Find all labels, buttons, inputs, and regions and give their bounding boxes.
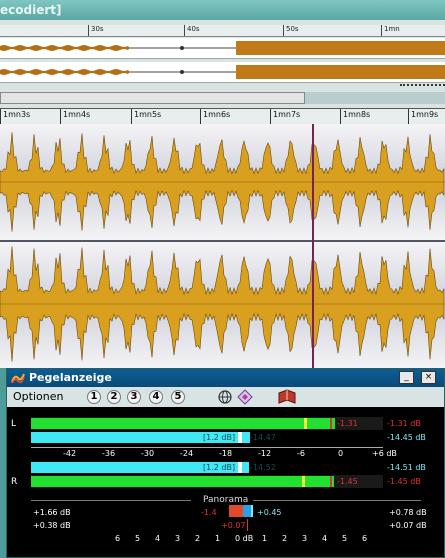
- pan-scale-tick: 1: [262, 534, 268, 543]
- pan-center-tick: [247, 519, 248, 531]
- right-peak-bar: [31, 476, 335, 487]
- pan-right-bottom-value: +0.07 dB: [389, 521, 427, 530]
- overview-ruler: 30s 40s 50s 1mn: [0, 25, 445, 37]
- panorama-label: Panorama: [203, 495, 249, 505]
- right-peak-hold-marker: [302, 476, 305, 487]
- scale-tick: -24: [180, 449, 194, 458]
- preset-button-2[interactable]: 2: [107, 390, 121, 404]
- diamond-icon[interactable]: [237, 389, 253, 405]
- pan-scale-tick: 4: [322, 534, 328, 543]
- pan-left-bottom-value: +0.38 dB: [33, 521, 71, 530]
- preset-button-1[interactable]: 1: [87, 390, 101, 404]
- pan-scale-tick: 0 dB: [235, 534, 254, 543]
- globe-icon[interactable]: [217, 389, 233, 405]
- pan-scale-tick: 2: [282, 534, 288, 543]
- pan-scale-tick: 2: [195, 534, 201, 543]
- right-peak-db: -1.45 dB: [387, 477, 421, 486]
- left-peak-hold-marker: [304, 418, 307, 429]
- preset-button-4[interactable]: 4: [149, 390, 163, 404]
- scale-tick: 0: [338, 449, 344, 458]
- overview-selection-marker: [400, 84, 445, 89]
- channel-right-label: R: [11, 477, 18, 487]
- left-rms-box: [1.2 dB]: [203, 433, 236, 442]
- right-rms-value: -14.52: [250, 463, 276, 472]
- right-rms-box: [1.2 dB]: [203, 463, 236, 472]
- close-button[interactable]: ×: [421, 371, 436, 384]
- pan-marker-right-value: +0.45: [257, 508, 282, 517]
- pan-scale-tick: 1: [215, 534, 221, 543]
- pan-scale-tick: 4: [155, 534, 161, 543]
- panorama-rule-left: [31, 500, 191, 501]
- main-ruler-tick: 1mn9s: [408, 109, 438, 125]
- right-peak-tick: [330, 476, 332, 487]
- window-title: ecodiert]: [0, 3, 62, 17]
- left-peak-bar: [31, 418, 336, 429]
- pan-right-top-value: +0.78 dB: [389, 508, 427, 517]
- overview-tick: 50s: [283, 25, 299, 36]
- channel-left-label: L: [11, 419, 17, 429]
- waveform-editor[interactable]: [0, 124, 445, 368]
- pan-scale-tick: 3: [175, 534, 181, 543]
- overview-scrollbar[interactable]: [0, 92, 305, 104]
- main-ruler-tick: 1mn3s: [0, 109, 30, 125]
- left-peak-db: -1.31 dB: [387, 419, 421, 428]
- left-rms-value: -14.47: [250, 433, 276, 442]
- pan-scale-tick: 5: [342, 534, 348, 543]
- waveform-canvas[interactable]: [0, 124, 445, 368]
- left-peak-tick: [330, 418, 332, 429]
- main-ruler-tick: 1mn4s: [60, 109, 90, 125]
- preset-button-5[interactable]: 5: [171, 390, 185, 404]
- overview-track-right[interactable]: [0, 62, 445, 83]
- meter-display: L -1.31 -1.31 dB [1.2 dB] -14.47 -14.45 …: [7, 407, 444, 557]
- pan-indicator-edge: [251, 505, 253, 517]
- panorama-rule-right: [253, 500, 421, 501]
- pan-indicator-left: [229, 505, 243, 517]
- pan-indicator-right: [243, 505, 251, 517]
- scale-tick: -12: [258, 449, 272, 458]
- left-rms-db: -14.45 dB: [387, 433, 426, 442]
- pan-scale-tick: 3: [302, 534, 308, 543]
- scale-tick: -36: [102, 449, 116, 458]
- pan-marker-left-value: -1.4: [201, 508, 217, 517]
- right-rms-db: -14.51 dB: [387, 463, 426, 472]
- pan-scale-tick: 5: [135, 534, 141, 543]
- pan-left-top-value: +1.66 dB: [33, 508, 71, 517]
- main-ruler-tick: 1mn8s: [340, 109, 370, 125]
- right-peak-hold-value: -1.45: [337, 477, 358, 486]
- minimize-button[interactable]: _: [399, 371, 414, 384]
- main-ruler-tick: 1mn6s: [200, 109, 230, 125]
- scale-tick: -42: [63, 449, 77, 458]
- window-title-bar: ecodiert]: [0, 0, 445, 21]
- left-rms-marker: [238, 432, 242, 443]
- scale-line: [31, 447, 383, 448]
- scale-tick: -6: [297, 449, 305, 458]
- meter-title: Pegelanzeige: [29, 371, 112, 384]
- overview-waveform-left: [0, 41, 445, 55]
- meter-app-icon: [11, 373, 25, 384]
- scale-tick: -18: [219, 449, 233, 458]
- meter-toolbar: Optionen 1 2 3 4 5: [7, 387, 444, 408]
- preset-button-3[interactable]: 3: [127, 390, 141, 404]
- scale-tick: -30: [141, 449, 155, 458]
- options-menu[interactable]: Optionen: [13, 390, 63, 403]
- main-ruler-tick: 1mn5s: [131, 109, 161, 125]
- main-ruler-tick: 1mn7s: [270, 109, 300, 125]
- scale-tick: +6 dB: [372, 449, 397, 458]
- pan-scale-tick: 6: [115, 534, 121, 543]
- book-icon[interactable]: [277, 389, 297, 405]
- pan-marker-bottom-value: +0.07: [221, 521, 246, 530]
- right-rms-marker: [238, 462, 242, 473]
- meter-title-bar[interactable]: Pegelanzeige _ ×: [7, 369, 444, 387]
- overview-tick: 30s: [88, 25, 104, 36]
- level-meter-window[interactable]: Pegelanzeige _ × Optionen 1 2 3 4 5 L -1…: [6, 368, 445, 558]
- overview-tick: 40s: [184, 25, 200, 36]
- overview-tick: 1mn: [381, 25, 400, 36]
- overview-scroll-track: [305, 92, 445, 104]
- overview-waveform-right: [0, 65, 445, 79]
- pan-scale-tick: 6: [362, 534, 368, 543]
- left-peak-hold-value: -1.31: [337, 419, 358, 428]
- overview-track-left[interactable]: [0, 38, 445, 59]
- pan-scale: 6 5 4 3 2 1 0 dB 1 2 3 4 5 6: [7, 534, 444, 546]
